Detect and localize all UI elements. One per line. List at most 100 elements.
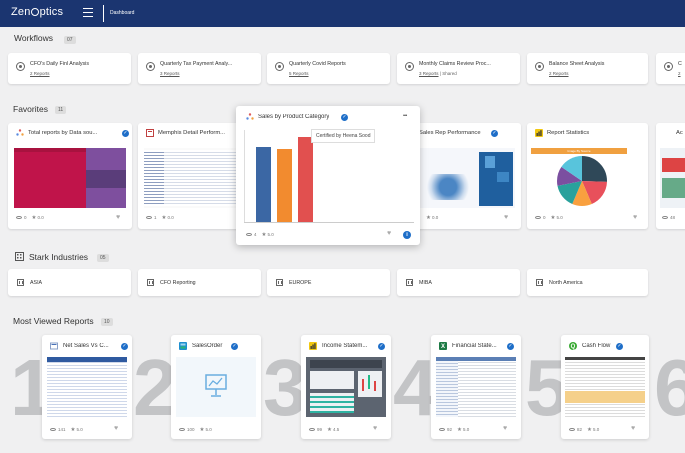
views-icon [50,427,56,431]
favorite-heart-icon[interactable]: ♥ [114,425,118,432]
views-icon [16,215,22,219]
report-title: SalesOrder [192,343,223,349]
rank-number: 6 [654,343,685,432]
report-thumbnail [306,357,386,417]
report-title: Sales Rep Performance [419,130,481,136]
favorite-report-card[interactable]: Report Statistics Image By Source 0 ★5.0 … [527,123,648,229]
stark-count: 05 [97,254,109,262]
workflow-reports: 3 Reports [160,71,180,76]
favorite-report-card[interactable]: Ac 48 [656,123,685,229]
more-options-icon[interactable]: ••• [403,113,407,119]
workflow-title: Quarterly Covid Reports [289,61,346,67]
workflow-card[interactable]: CFO's Daily Finl Analysis 2 Reports [8,53,131,84]
building-icon [147,279,154,286]
star-icon: ★ [550,215,556,221]
views-icon [535,215,541,219]
verified-icon: ✓ [616,343,623,350]
report-type-icon [179,342,187,350]
report-stats: 82 ★5.0 [569,427,599,433]
workflow-title: Balance Sheet Analysis [549,61,605,67]
star-icon: ★ [70,427,76,433]
report-title: Financial State... [452,343,497,349]
svg-text:X: X [441,344,445,350]
folder-card[interactable]: EUROPE [267,269,390,296]
report-stats: 100 ★5.0 [179,427,212,433]
most-viewed-report-card[interactable]: Net Sales Vs C... ✓ 141 ★5.0 ♥ [42,335,132,439]
most-viewed-report-card[interactable]: X Financial State... ✓ 92 ★5.0 ♥ [431,335,521,439]
favorite-heart-icon[interactable]: ♥ [504,214,508,221]
folder-label: ASIA [30,280,43,286]
verified-icon: ✓ [231,343,238,350]
verified-icon: ✓ [507,343,514,350]
folder-label: EUROPE [289,280,312,286]
folder-card[interactable]: CFO Reporting [138,269,261,296]
views-icon [569,427,575,431]
verified-icon[interactable]: ✓ [341,114,348,121]
report-title: Net Sales Vs C... [63,343,109,349]
favorite-heart-icon[interactable]: ♥ [387,230,391,237]
workflow-reports: 2 [678,71,681,76]
report-thumbnail [176,357,256,417]
workflow-card[interactable]: C 2 [656,53,685,84]
verified-icon: ✓ [378,343,385,350]
logo-o-icon [31,8,40,16]
favorite-heart-icon[interactable]: ♥ [116,214,120,221]
folder-card[interactable]: MIBA [397,269,520,296]
star-icon: ★ [31,215,37,221]
svg-text:Q: Q [571,344,576,350]
workflow-title: C [678,61,682,67]
workflow-reports: 5 Reports [289,71,309,76]
report-title: Cash Flow [582,343,611,349]
favorite-heart-icon[interactable]: ♥ [631,425,635,432]
star-icon: ★ [261,232,267,238]
building-icon [406,279,413,286]
report-thumbnail [565,357,645,417]
star-icon: ★ [199,427,205,433]
star-icon: ★ [327,427,332,433]
workflow-icon [16,62,25,71]
page-label: Dashboard [110,10,135,16]
favorites-count: 11 [55,106,67,114]
excel-icon: X [439,342,447,350]
workflow-card[interactable]: Quarterly Tax Payment Analy... 3 Reports [138,53,261,84]
workflow-icon [664,62,673,71]
most-viewed-report-card[interactable]: Q Cash Flow ✓ 82 ★5.0 ♥ [561,335,649,439]
workflow-card[interactable]: Quarterly Covid Reports 5 Reports [267,53,390,84]
workflows-title: Workflows [14,33,54,43]
most-viewed-report-card[interactable]: SalesOrder ✓ 100 ★5.0 [171,335,261,439]
menu-icon[interactable] [83,8,93,18]
views-icon [246,232,252,236]
folder-label: North America [549,280,583,286]
favorite-heart-icon[interactable]: ♥ [633,214,637,221]
favorite-heart-icon[interactable]: ♥ [503,425,507,432]
report-title: Ac [676,130,683,136]
verified-icon: ✓ [122,130,129,137]
qlik-icon: Q [569,342,577,350]
folder-card[interactable]: ASIA [8,269,131,296]
most-viewed-report-card[interactable]: Income Statem... ✓ 99 ★4.5 ♥ [301,335,391,439]
report-title: Income Statem... [322,343,368,349]
report-thumbnail [47,357,127,417]
workflow-card[interactable]: Balance Sheet Analysis 2 Reports [527,53,648,84]
workflow-reports: 3 Reports | Shared [419,71,457,76]
report-type-icon [50,342,58,350]
star-icon: ★ [161,215,167,221]
zenoptics-logo[interactable]: Zen ptics [11,6,63,18]
most-viewed-count: 10 [101,318,113,326]
report-stats: 0 ★5.0 [535,215,563,221]
workflow-reports: 2 Reports [549,71,569,76]
report-preview-popup[interactable]: Sales by Product Category ✓ ••• 4 ★5.0 ♥ … [236,106,420,245]
report-thumbnail [419,148,515,208]
folder-card[interactable]: North America [527,269,648,296]
favorite-report-card[interactable]: Total reports by Data sou... ✓ 0 ★0.0 ♥ [8,123,132,229]
verified-icon: ✓ [491,130,498,137]
folder-label: MIBA [419,280,432,286]
popup-report-title: Sales by Product Category [258,114,330,120]
info-icon[interactable]: i [403,231,411,239]
workflow-card[interactable]: Monthly Claims Review Proc... 3 Reports … [397,53,520,84]
favorite-heart-icon[interactable]: ♥ [373,425,377,432]
folder-label: CFO Reporting [160,280,196,286]
workflow-icon [535,62,544,71]
workflows-count: 07 [64,36,76,44]
verified-icon: ✓ [121,343,128,350]
